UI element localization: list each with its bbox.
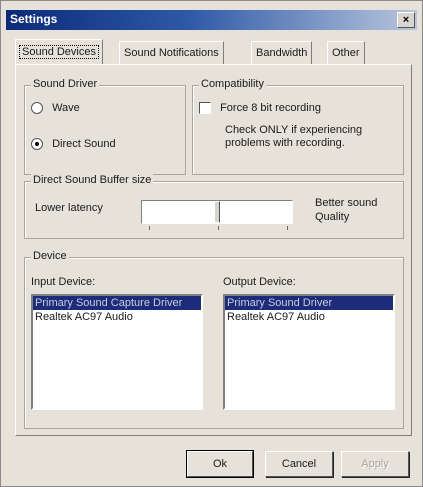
better-quality-line: Quality xyxy=(315,211,350,223)
cancel-button[interactable]: Cancel xyxy=(265,451,333,477)
buffer-size-slider[interactable] xyxy=(141,200,293,224)
sound-driver-legend: Sound Driver xyxy=(31,78,100,90)
device-group: Device Input Device: Primary Sound Captu… xyxy=(24,250,404,429)
slider-thumb[interactable] xyxy=(214,201,220,223)
input-device-list[interactable]: Primary Sound Capture Driver Realtek AC9… xyxy=(31,294,203,410)
radio-wave[interactable]: Wave xyxy=(31,102,80,115)
tab-label: Bandwidth xyxy=(256,47,308,59)
output-device-label: Output Device: xyxy=(223,276,296,288)
window-title: Settings xyxy=(10,12,58,26)
tab-panel: Sound Driver Wave Direct Sound Compatibi… xyxy=(15,64,412,436)
compatibility-note: Check ONLY if experiencing problems with… xyxy=(225,124,362,150)
note-line: problems with recording. xyxy=(225,137,345,149)
checkbox-box xyxy=(199,102,211,115)
list-item[interactable]: Realtek AC97 Audio xyxy=(33,310,201,324)
device-legend: Device xyxy=(31,250,69,262)
compatibility-legend: Compatibility xyxy=(199,78,266,90)
slider-tick xyxy=(287,226,288,230)
radio-label: Wave xyxy=(52,102,80,114)
list-item[interactable]: Primary Sound Driver xyxy=(225,296,393,310)
radio-indicator xyxy=(31,138,43,151)
note-line: Check ONLY if experiencing xyxy=(225,124,363,136)
slider-tick xyxy=(218,226,219,230)
tab-label: Sound Devices xyxy=(19,45,99,59)
checkbox-label: Force 8 bit recording xyxy=(220,102,321,114)
list-item[interactable]: Primary Sound Capture Driver xyxy=(33,296,201,310)
radio-label: Direct Sound xyxy=(52,138,116,150)
force-8bit-checkbox[interactable]: Force 8 bit recording xyxy=(199,102,321,115)
buffer-size-group: Direct Sound Buffer size Lower latency B… xyxy=(24,174,404,239)
tab-sound-notifications[interactable]: Sound Notifications xyxy=(119,41,224,64)
lower-latency-label: Lower latency xyxy=(35,202,103,214)
apply-button[interactable]: Apply xyxy=(341,451,409,477)
tab-label: Sound Notifications xyxy=(124,47,219,59)
close-icon[interactable]: × xyxy=(397,12,415,28)
output-device-list[interactable]: Primary Sound Driver Realtek AC97 Audio xyxy=(223,294,395,410)
better-quality-label: Better sound Quality xyxy=(315,196,377,224)
tab-other[interactable]: Other xyxy=(327,41,365,64)
slider-tick xyxy=(149,226,150,230)
sound-driver-group: Sound Driver Wave Direct Sound xyxy=(24,78,186,175)
radio-direct-sound[interactable]: Direct Sound xyxy=(31,138,116,151)
better-quality-line: Better sound xyxy=(315,197,378,209)
compatibility-group: Compatibility Force 8 bit recording Chec… xyxy=(192,78,404,175)
input-device-label: Input Device: xyxy=(31,276,96,288)
list-item[interactable]: Realtek AC97 Audio xyxy=(225,310,393,324)
title-bar[interactable]: Settings × xyxy=(6,10,417,30)
tab-sound-devices[interactable]: Sound Devices xyxy=(15,39,103,64)
radio-indicator xyxy=(31,102,43,115)
buffer-size-legend: Direct Sound Buffer size xyxy=(31,174,154,186)
tab-bandwidth[interactable]: Bandwidth xyxy=(251,41,313,64)
ok-button[interactable]: Ok xyxy=(186,450,254,478)
settings-dialog: Settings × Sound Devices Sound Notificat… xyxy=(0,0,423,487)
tab-label: Other xyxy=(332,47,360,59)
